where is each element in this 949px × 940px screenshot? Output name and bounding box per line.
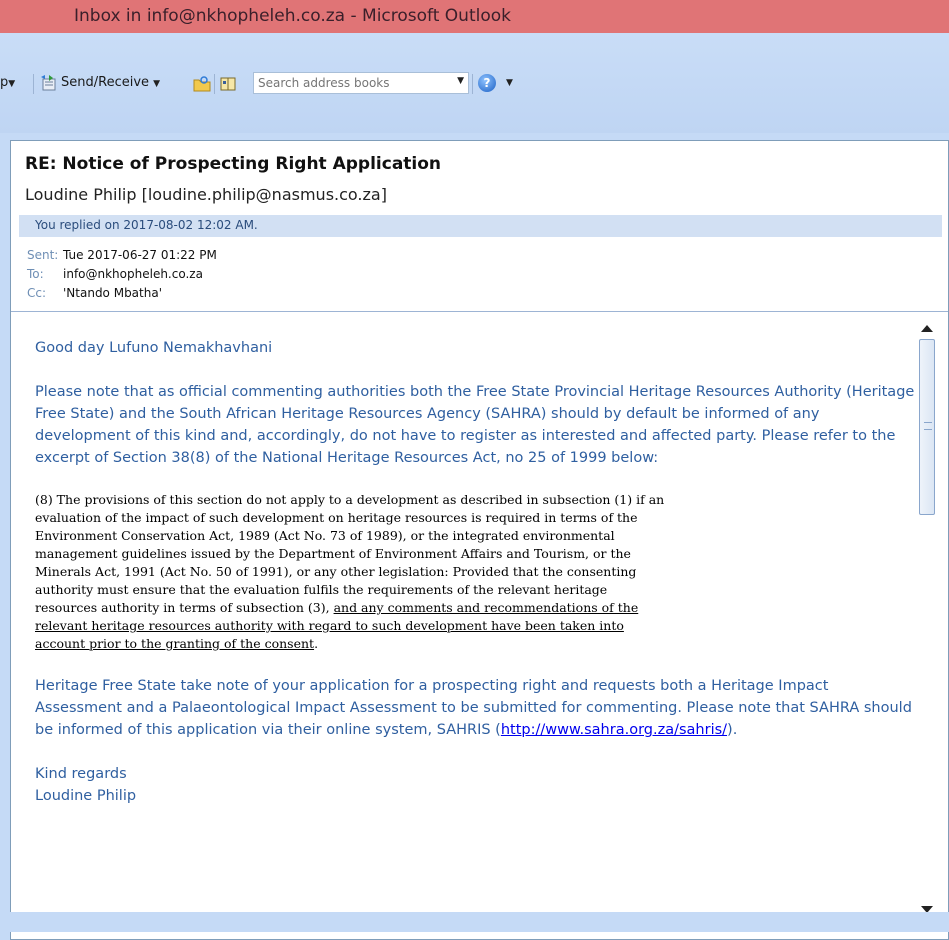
paragraph-2-text: Heritage Free State take note of your ap… [35,678,912,738]
act-excerpt: (8) The provisions of this section do no… [35,491,665,653]
toolbar-truncated-button[interactable]: p▼ [0,75,15,90]
message-body[interactable]: Good day Lufuno Nemakhavhani Please note… [35,337,915,807]
vertical-scrollbar[interactable] [916,319,938,927]
toolbar-separator [472,74,473,94]
sahris-link[interactable]: http://www.sahra.org.za/sahris/ [501,722,727,738]
scroll-up-arrow-icon[interactable] [921,325,933,332]
message-subject: RE: Notice of Prospecting Right Applicat… [25,154,442,174]
paragraph-2-end: ). [727,722,738,738]
closing: Kind regards [35,766,127,782]
send-receive-icon[interactable] [40,74,58,92]
scroll-thumb[interactable] [919,339,935,515]
cc-recipient[interactable]: 'Ntando Mbatha' [63,286,162,300]
excerpt-end: . [314,636,319,651]
message-sender[interactable]: Loudine Philip [loudine.philip@nasmus.co… [25,185,387,204]
reply-info-text: You replied on 2017-08-02 12:02 AM. [35,218,258,232]
header-divider [11,311,948,312]
greeting: Good day Lufuno Nemakhavhani [35,340,273,356]
body-paragraph-1: Please note that as official commenting … [35,384,915,466]
address-book-icon[interactable] [220,76,236,92]
send-receive-button[interactable]: Send/Receive ▼ [61,75,160,90]
cc-label: Cc: [27,286,47,300]
standard-toolbar: p▼ Send/Receive ▼ ▼ ? ▼ [0,72,560,96]
signature: Loudine Philip [35,788,137,804]
to-row: To: info@nkhopheleh.co.za [27,267,203,281]
chevron-down-icon[interactable]: ▼ [457,76,464,86]
sent-label: Sent: [27,248,59,262]
toolbar-separator [214,74,215,94]
toolbar-overflow-icon[interactable]: ▼ [506,78,513,88]
help-icon[interactable]: ? [478,74,496,92]
search-address-books-input[interactable] [258,74,438,92]
to-recipient[interactable]: info@nkhopheleh.co.za [63,267,203,281]
window-title: Inbox in info@nkhopheleh.co.za - Microso… [74,6,511,26]
title-bar: Inbox in info@nkhopheleh.co.za - Microso… [0,0,949,33]
cc-row: Cc: 'Ntando Mbatha' [27,286,162,300]
status-area [0,912,949,932]
sent-value: Tue 2017-06-27 01:22 PM [63,248,217,262]
reading-pane: RE: Notice of Prospecting Right Applicat… [10,140,949,940]
excerpt-text: (8) The provisions of this section do no… [35,492,665,615]
toolbar-separator [33,74,34,94]
reply-info-bar[interactable]: You replied on 2017-08-02 12:02 AM. [19,215,942,237]
find-folder-icon[interactable] [193,76,211,92]
address-book-search[interactable]: ▼ [253,72,469,94]
to-label: To: [27,267,44,281]
grip-icon [924,422,932,430]
body-paragraph-2: Heritage Free State take note of your ap… [35,675,915,741]
sent-row: Sent: Tue 2017-06-27 01:22 PM [27,248,217,262]
